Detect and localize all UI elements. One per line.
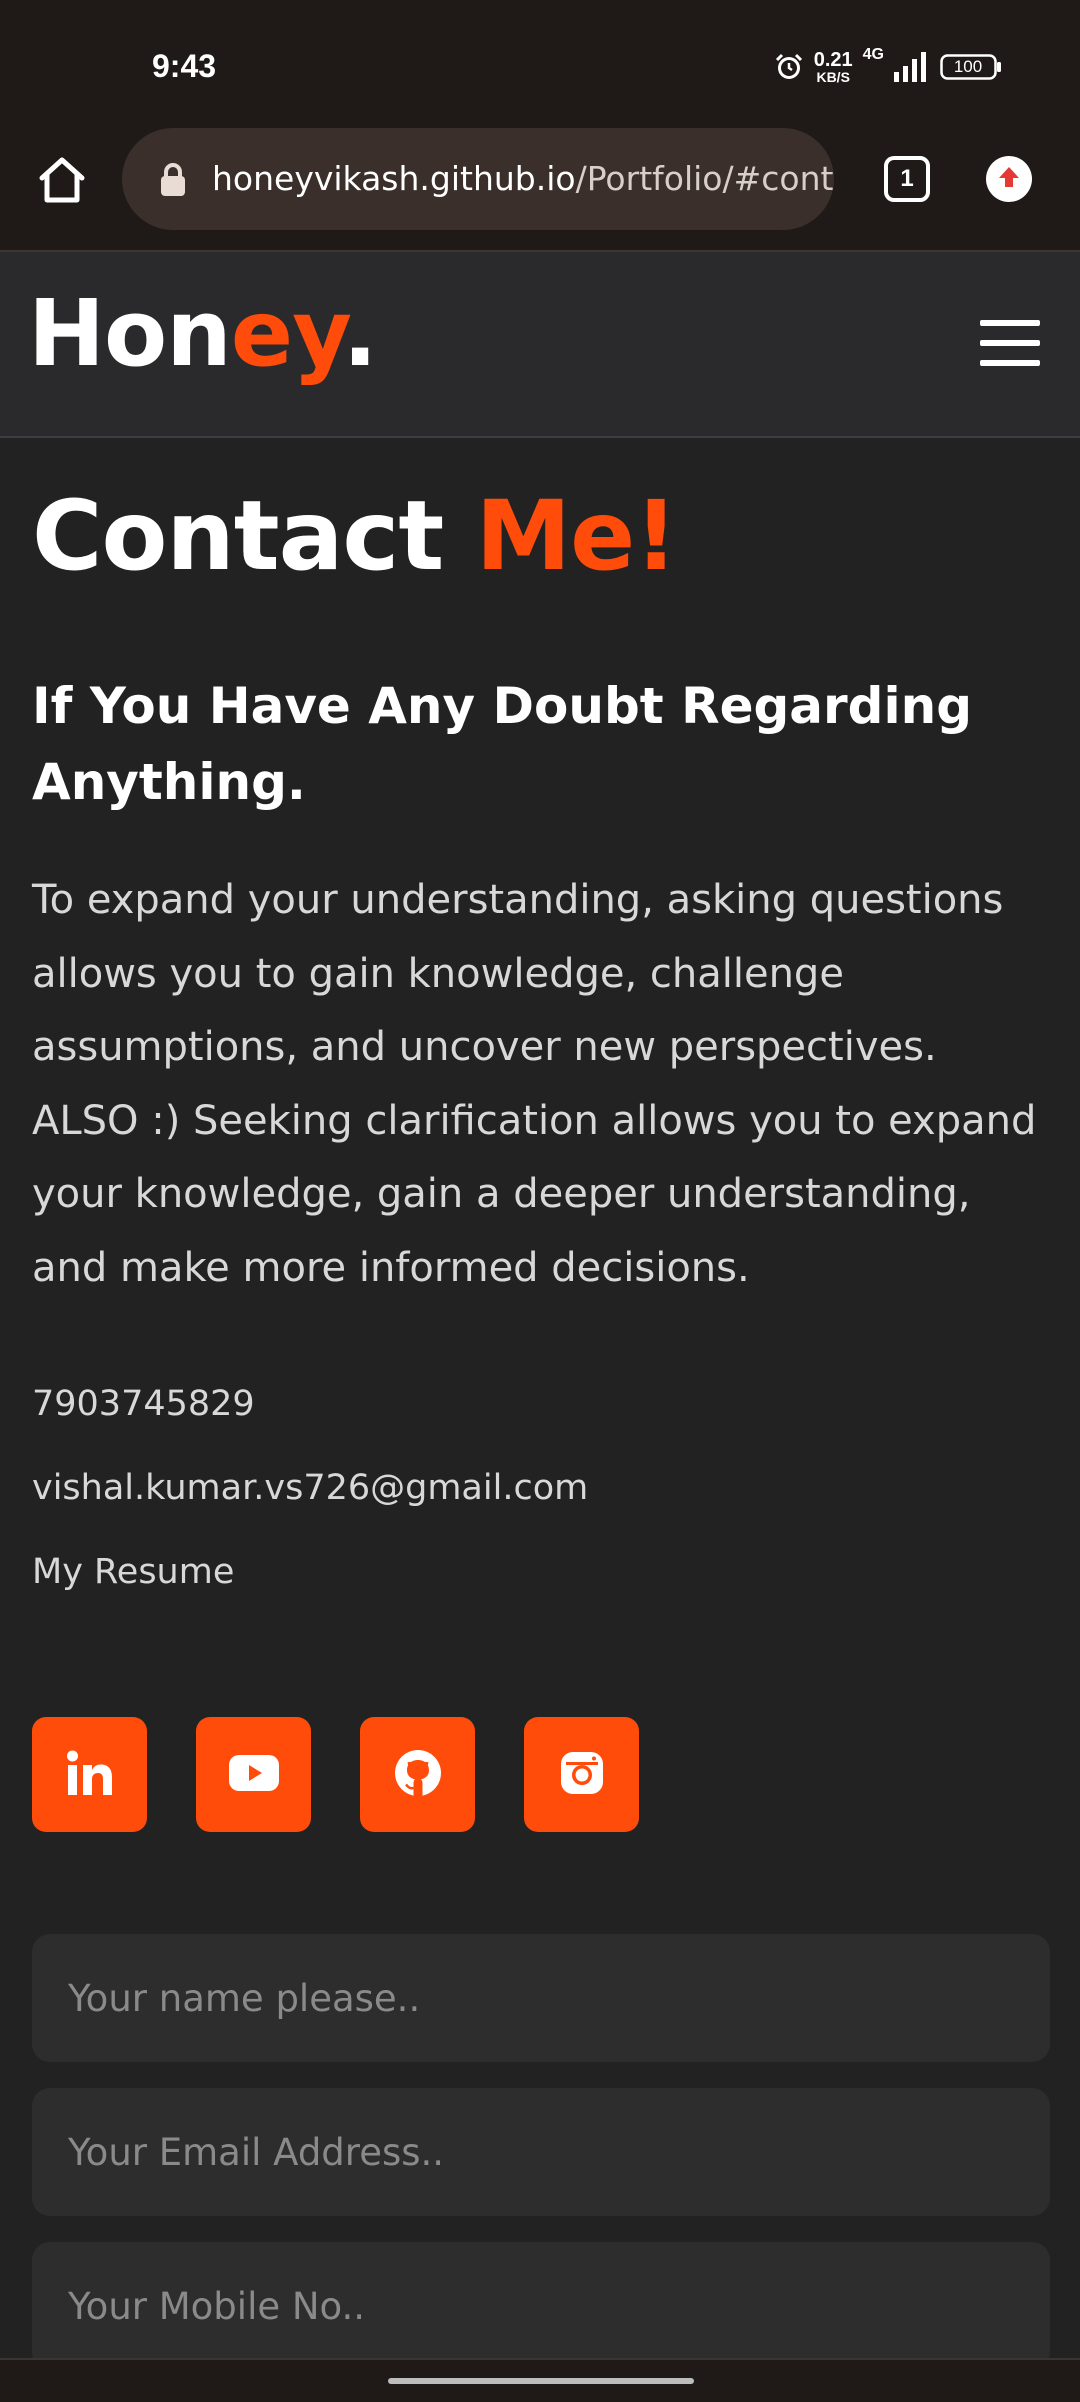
title-part2: Me! xyxy=(475,480,678,592)
network-speed-unit: KB/S xyxy=(816,69,850,85)
lock-icon xyxy=(158,162,188,202)
resume-link[interactable]: My Resume xyxy=(32,1552,234,1592)
network-speed: 0.21 KB/S xyxy=(814,50,853,84)
social-links xyxy=(32,1717,639,1832)
home-icon xyxy=(37,156,87,208)
url-path: /Portfolio/#cont xyxy=(575,159,834,198)
phone-number[interactable]: 7903745829 xyxy=(32,1384,255,1424)
logo-text-part1: Hon xyxy=(28,280,232,387)
logo-text-part3: . xyxy=(342,280,378,387)
linkedin-button[interactable] xyxy=(32,1717,147,1832)
battery-icon: 100 xyxy=(940,54,1002,80)
url-text[interactable]: honeyvikash.github.io/Portfolio/#cont xyxy=(212,128,833,230)
home-button[interactable] xyxy=(30,150,94,214)
system-nav-bar xyxy=(0,2358,1080,2402)
tab-switcher-button[interactable]: 1 xyxy=(884,156,930,202)
upload-arrow-icon xyxy=(994,162,1024,196)
github-icon xyxy=(393,1748,443,1802)
site-header: Honey. xyxy=(0,252,1080,438)
page-title: Contact Me! xyxy=(32,488,678,584)
address-bar[interactable]: honeyvikash.github.io/Portfolio/#cont xyxy=(122,128,834,230)
status-bar: 9:43 0.21 KB/S 4G 100 xyxy=(0,0,1080,120)
update-button[interactable] xyxy=(986,156,1032,202)
menu-icon[interactable] xyxy=(980,320,1040,366)
name-input[interactable]: Your name please.. xyxy=(32,1934,1050,2062)
gesture-handle[interactable] xyxy=(388,2378,694,2384)
youtube-icon xyxy=(228,1754,279,1795)
instagram-icon xyxy=(559,1750,605,1800)
linkedin-icon xyxy=(66,1750,114,1800)
site-logo[interactable]: Honey. xyxy=(28,288,378,380)
email-address[interactable]: vishal.kumar.vs726@gmail.com xyxy=(32,1468,588,1508)
instagram-button[interactable] xyxy=(524,1717,639,1832)
youtube-button[interactable] xyxy=(196,1717,311,1832)
network-type: 4G xyxy=(862,46,884,63)
status-icons: 0.21 KB/S 4G 100 xyxy=(774,46,1002,84)
mobile-input[interactable]: Your Mobile No.. xyxy=(32,2242,1050,2370)
logo-text-part2: ey xyxy=(230,280,344,387)
status-time: 9:43 xyxy=(152,48,217,84)
title-part1: Contact xyxy=(32,480,476,592)
browser-toolbar: honeyvikash.github.io/Portfolio/#cont 1 xyxy=(0,120,1080,252)
battery-level: 100 xyxy=(953,57,983,76)
intro-paragraph: To expand your understanding, asking que… xyxy=(32,877,1037,1291)
github-button[interactable] xyxy=(360,1717,475,1832)
url-domain: honeyvikash.github.io xyxy=(212,159,576,198)
alarm-icon xyxy=(774,52,804,82)
signal-icon xyxy=(894,52,930,82)
section-subtitle: If You Have Any Doubt Regarding Anything… xyxy=(32,677,972,811)
email-input[interactable]: Your Email Address.. xyxy=(32,2088,1050,2216)
network-speed-value: 0.21 xyxy=(813,49,853,71)
